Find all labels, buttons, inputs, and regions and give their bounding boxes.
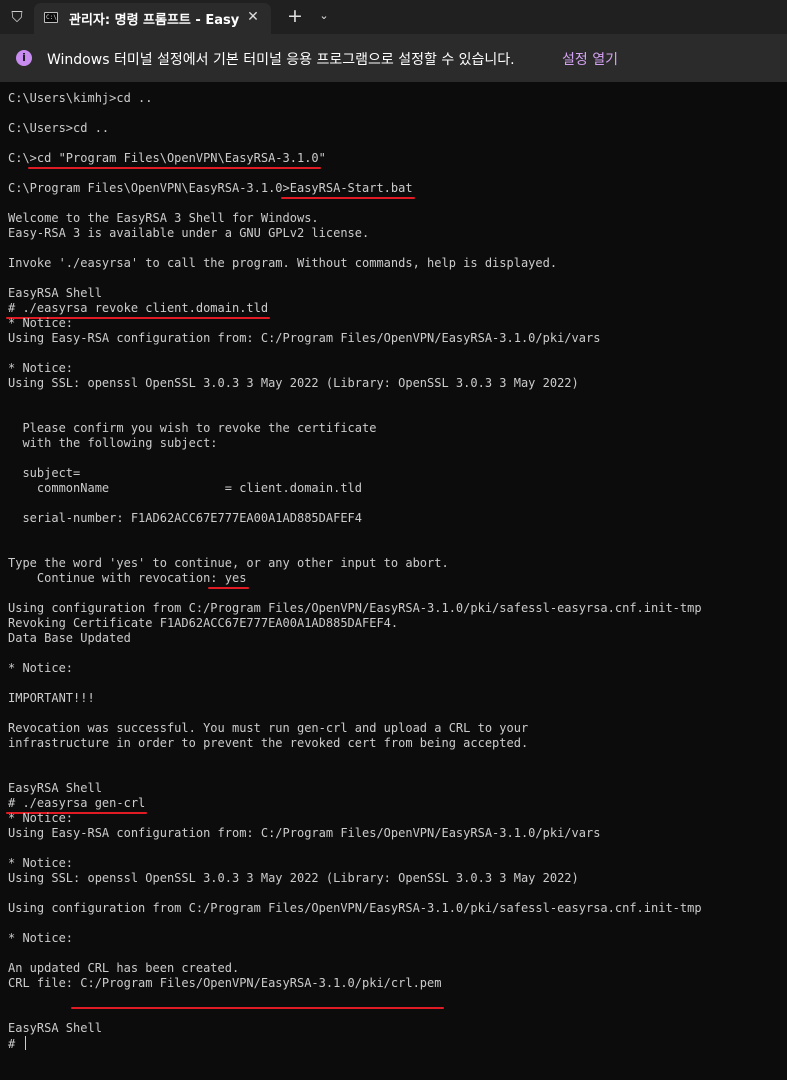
- info-bar: i Windows 터미널 설정에서 기본 터미널 응용 프로그램으로 설정할 …: [0, 34, 787, 82]
- terminal-line: [8, 991, 783, 1009]
- info-icon: i: [16, 50, 32, 66]
- terminal-line: Type the word 'yes' to continue, or any …: [8, 556, 449, 570]
- terminal-line: Using SSL: openssl OpenSSL 3.0.3 3 May 2…: [8, 871, 579, 885]
- terminal-line: C:\>cd "Program Files\OpenVPN\EasyRSA-3.…: [8, 151, 783, 169]
- terminal-line: C:\Program Files\OpenVPN\EasyRSA-3.1.0>E…: [8, 181, 783, 199]
- terminal-line: Using configuration from C:/Program File…: [8, 901, 702, 915]
- text-cursor: [25, 1036, 27, 1050]
- terminal-line: serial-number: F1AD62ACC67E777EA00A1AD88…: [8, 511, 363, 525]
- terminal-line: Revocation was successful. You must run …: [8, 721, 529, 735]
- info-message: Windows 터미널 설정에서 기본 터미널 응용 프로그램으로 설정할 수 …: [47, 52, 515, 68]
- terminal-line: Using Easy-RSA configuration from: C:/Pr…: [8, 331, 601, 345]
- new-tab-button[interactable]: +: [284, 5, 306, 27]
- terminal-line: Continue with revocation: yes: [8, 571, 783, 589]
- terminal-line: Data Base Updated: [8, 631, 131, 645]
- terminal-line: * Notice:: [8, 361, 74, 375]
- terminal-line: Using SSL: openssl OpenSSL 3.0.3 3 May 2…: [8, 376, 579, 390]
- terminal-line: with the following subject:: [8, 436, 218, 450]
- close-icon[interactable]: ✕: [243, 7, 263, 27]
- terminal-line: CRL file: C:/Program Files/OpenVPN/EasyR…: [8, 976, 442, 990]
- terminal-line: infrastructure in order to prevent the r…: [8, 736, 529, 750]
- terminal-line: IMPORTANT!!!: [8, 691, 95, 705]
- terminal-line: Invoke './easyrsa' to call the program. …: [8, 256, 558, 270]
- terminal-line: * Notice:: [8, 931, 74, 945]
- terminal-icon: C:\: [44, 12, 58, 23]
- terminal-line: Using configuration from C:/Program File…: [8, 601, 702, 615]
- terminal-line: Welcome to the EasyRSA 3 Shell for Windo…: [8, 211, 319, 225]
- terminal-line: Revoking Certificate F1AD62ACC67E777EA00…: [8, 616, 399, 630]
- terminal-line: EasyRSA Shell: [8, 781, 102, 795]
- terminal-line: EasyRSA Shell: [8, 286, 102, 300]
- terminal-line: * Notice:: [8, 856, 74, 870]
- terminal-line: Using Easy-RSA configuration from: C:/Pr…: [8, 826, 601, 840]
- chevron-down-icon[interactable]: ⌄: [314, 5, 334, 27]
- terminal-line: * Notice:: [8, 811, 74, 825]
- terminal-line: # ./easyrsa revoke client.domain.tld: [6, 301, 783, 319]
- terminal-output[interactable]: C:\Users\kimhj>cd .. C:\Users>cd .. C:\>cd…: [6, 91, 783, 1051]
- terminal-line: An updated CRL has been created.: [8, 961, 240, 975]
- terminal-line: Please confirm you wish to revoke the ce…: [8, 421, 377, 435]
- tab-title: 관리자: 명령 프롬프트 - EasyRSA: [69, 13, 239, 28]
- terminal-line: subject=: [8, 466, 81, 480]
- terminal-line: EasyRSA Shell: [8, 1021, 102, 1035]
- terminal-line: * Notice:: [8, 661, 74, 675]
- title-bar: ⛉ C:\ 관리자: 명령 프롬프트 - EasyRSA ✕ + ⌄: [0, 0, 787, 34]
- terminal-line: Easy-RSA 3 is available under a GNU GPLv…: [8, 226, 370, 240]
- open-settings-link[interactable]: 설정 열기: [562, 49, 618, 69]
- shield-icon: ⛉: [11, 8, 23, 26]
- terminal-line: C:\Users>cd ..: [8, 121, 110, 135]
- terminal-line: # ./easyrsa gen-crl: [6, 796, 783, 814]
- tab-command-prompt[interactable]: C:\ 관리자: 명령 프롬프트 - EasyRSA ✕: [34, 3, 271, 34]
- terminal-line: commonName = client.domain.tld: [8, 481, 363, 495]
- terminal-line: #: [8, 1036, 783, 1051]
- terminal-line: C:\Users\kimhj>cd ..: [8, 91, 153, 105]
- terminal-line: * Notice:: [8, 316, 74, 330]
